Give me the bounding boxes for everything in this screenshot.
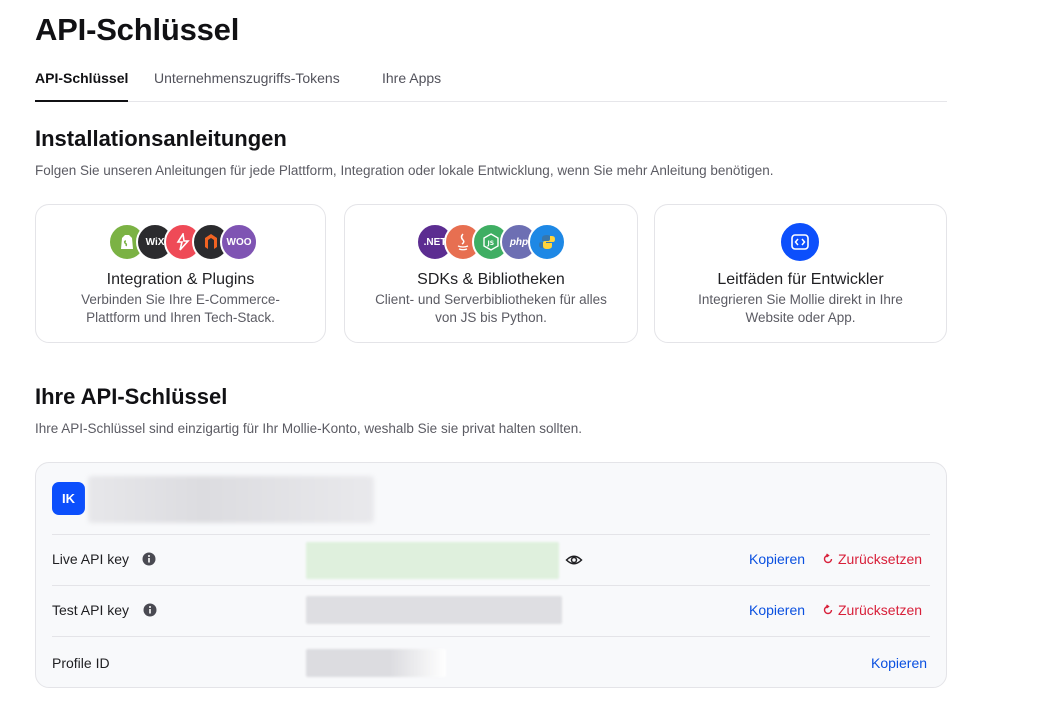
- tab-your-apps[interactable]: Ihre Apps: [382, 70, 441, 101]
- api-keys-title: Ihre API-Schlüssel: [35, 384, 228, 409]
- woo-logo-text: WOO: [226, 236, 252, 248]
- profile-id-masked-value: [306, 649, 446, 677]
- card-description: Client- und Serverbibliotheken für alles…: [375, 292, 607, 325]
- copy-live-key-button[interactable]: Kopieren: [749, 551, 805, 567]
- live-api-key-label: Live API key: [52, 551, 130, 567]
- test-api-key-masked-value: [306, 596, 562, 624]
- profile-id-row: Profile ID Kopieren: [52, 636, 930, 689]
- woocommerce-icon: WOO: [220, 223, 258, 261]
- wix-logo-text: WiX: [145, 236, 165, 248]
- card-title: SDKs & Bibliotheken: [417, 271, 565, 288]
- profile-name-redacted: [88, 476, 374, 523]
- eye-icon[interactable]: [565, 551, 583, 569]
- sdk-logos: .NET JS php: [345, 223, 637, 261]
- tab-organization-access-tokens[interactable]: Unternehmenszugriffs-Tokens: [154, 70, 340, 101]
- test-api-key-row: Test API key Kopieren Zurücksetzen: [52, 585, 930, 636]
- code-guide-icon: [779, 221, 821, 263]
- reset-label: Zurücksetzen: [838, 602, 923, 618]
- info-icon[interactable]: [143, 603, 157, 617]
- profile-avatar: IK: [52, 482, 85, 515]
- info-icon[interactable]: [142, 552, 156, 566]
- live-api-key-row: Live API key Kopieren Zurücksetzen: [52, 534, 930, 585]
- api-keys-description: Ihre API-Schlüssel sind einzigartig für …: [35, 421, 583, 436]
- tab-api-keys[interactable]: API-Schlüssel: [35, 70, 129, 102]
- svg-text:JS: JS: [487, 240, 495, 247]
- api-keys-panel: IK Live API key Kopieren Zurücksetzen Te…: [35, 462, 947, 688]
- card-sdks-libraries[interactable]: .NET JS php SDKs & Bibliotheken Client- …: [344, 204, 638, 343]
- test-api-key-label: Test API key: [52, 602, 130, 618]
- guide-logo: [655, 221, 946, 263]
- dotnet-logo-text: .NET: [423, 236, 447, 248]
- page-title: API-Schlüssel: [35, 12, 240, 47]
- copy-test-key-button[interactable]: Kopieren: [749, 602, 805, 618]
- installation-description: Folgen Sie unseren Anleitungen für jede …: [35, 163, 774, 178]
- copy-profile-id-button[interactable]: Kopieren: [871, 655, 927, 671]
- reset-label: Zurücksetzen: [838, 551, 923, 567]
- reset-icon: [823, 553, 833, 564]
- tab-bar: API-Schlüssel Unternehmenszugriffs-Token…: [35, 70, 947, 102]
- card-description: Verbinden Sie Ihre E-Commerce-Plattform …: [81, 292, 280, 325]
- api-keys-page: API-Schlüssel API-Schlüssel Unternehmens…: [0, 0, 1045, 711]
- reset-icon: [823, 604, 833, 615]
- reset-test-key-button[interactable]: Zurücksetzen: [822, 602, 922, 618]
- live-api-key-masked-value: [306, 542, 559, 579]
- php-logo-text: php: [509, 236, 529, 248]
- reset-live-key-button[interactable]: Zurücksetzen: [822, 551, 922, 567]
- card-title: Leitfäden für Entwickler: [717, 271, 884, 288]
- card-integration-plugins[interactable]: WiX WOO Integration & Plugins Verbinden …: [35, 204, 326, 343]
- card-title: Integration & Plugins: [106, 271, 255, 288]
- card-description: Integrieren Sie Mollie direkt in Ihre We…: [698, 292, 903, 325]
- python-icon: [528, 223, 566, 261]
- installation-title: Installationsanleitungen: [35, 126, 287, 151]
- integration-logos: WiX WOO: [36, 223, 325, 261]
- profile-id-label: Profile ID: [52, 655, 110, 671]
- card-developer-guides[interactable]: Leitfäden für Entwickler Integrieren Sie…: [654, 204, 947, 343]
